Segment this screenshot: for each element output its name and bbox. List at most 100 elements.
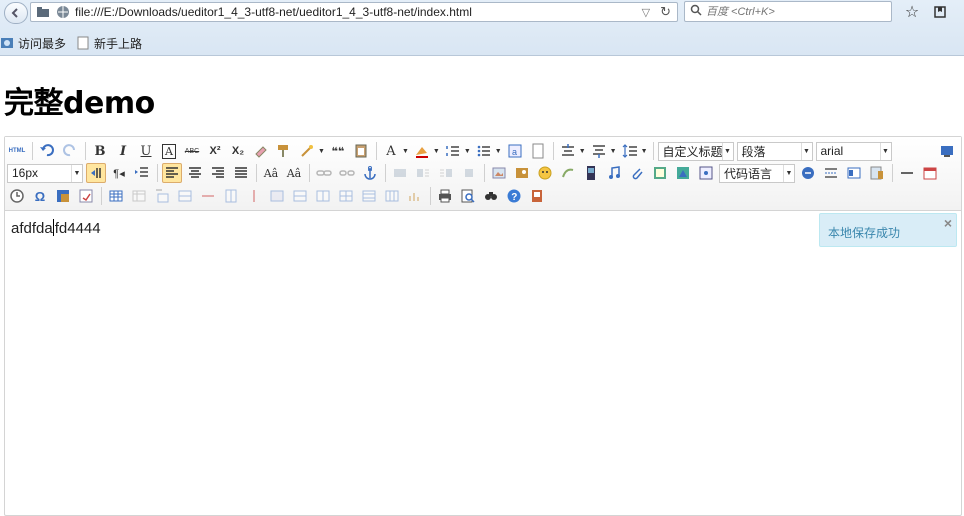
page-break-icon[interactable] <box>821 163 841 183</box>
insert-paragraph-before-table-icon[interactable] <box>152 186 172 206</box>
fontborder-button[interactable]: A <box>159 141 179 161</box>
blockquote-button[interactable]: ❝❝ <box>328 141 348 161</box>
close-icon[interactable]: × <box>944 215 952 231</box>
gmap-icon[interactable] <box>673 163 693 183</box>
custom-style-select[interactable]: 自定义标题 ▼ <box>657 141 734 161</box>
horizontal-rule-icon[interactable] <box>897 163 917 183</box>
bold-button[interactable]: B <box>90 141 110 161</box>
chevron-down-icon[interactable]: ▼ <box>610 148 617 155</box>
dropdown-arrow-icon[interactable]: ▽ <box>642 6 650 19</box>
align-justify-icon[interactable] <box>231 163 251 183</box>
code-language-select[interactable]: 代码语言 ▼ <box>719 163 795 183</box>
undo-icon[interactable] <box>37 141 57 161</box>
url-bar[interactable]: file:///E:/Downloads/ueditor1_4_3-utf8-n… <box>30 2 678 22</box>
image-left-icon[interactable] <box>413 163 433 183</box>
date-icon[interactable] <box>920 163 940 183</box>
line-height-icon[interactable] <box>620 141 640 161</box>
insert-table-icon[interactable] <box>106 186 126 206</box>
search-bar[interactable] <box>684 1 892 22</box>
insert-video-icon[interactable] <box>581 163 601 183</box>
insert-col-icon[interactable] <box>221 186 241 206</box>
backcolor-icon[interactable] <box>412 141 432 161</box>
italic-button[interactable]: I <box>113 141 133 161</box>
delete-row-icon[interactable] <box>198 186 218 206</box>
insert-image-icon[interactable] <box>512 163 532 183</box>
chevron-down-icon[interactable]: ▼ <box>318 148 325 155</box>
source-html-button[interactable]: HTML <box>7 141 27 161</box>
emotion-icon[interactable] <box>535 163 555 183</box>
search-replace-icon[interactable] <box>481 186 501 206</box>
bookmark-most-visited[interactable]: 访问最多 <box>0 35 66 52</box>
eraser-icon[interactable] <box>251 141 271 161</box>
indent-icon[interactable] <box>132 163 152 183</box>
bookmark-star-icon[interactable]: ☆ <box>901 2 923 22</box>
align-right-icon[interactable] <box>208 163 228 183</box>
link-icon[interactable] <box>314 163 334 183</box>
split-to-cols-icon[interactable] <box>382 186 402 206</box>
merge-cells-icon[interactable] <box>267 186 287 206</box>
music-icon[interactable] <box>604 163 624 183</box>
merge-down-icon[interactable] <box>313 186 333 206</box>
fullscreen-icon[interactable] <box>937 141 957 161</box>
split-to-rows-icon[interactable] <box>359 186 379 206</box>
image-right-icon[interactable] <box>436 163 456 183</box>
chevron-down-icon[interactable]: ▼ <box>641 148 648 155</box>
subscript-button[interactable]: X₂ <box>228 141 248 161</box>
underline-button[interactable]: U <box>136 141 156 161</box>
strikethrough-button[interactable]: ABC <box>182 141 202 161</box>
template-icon[interactable] <box>844 163 864 183</box>
split-to-cells-icon[interactable] <box>336 186 356 206</box>
chevron-down-icon[interactable]: ▼ <box>495 148 502 155</box>
simple-upload-icon[interactable] <box>489 163 509 183</box>
align-left-icon[interactable] <box>162 163 182 183</box>
chevron-down-icon[interactable]: ▼ <box>464 148 471 155</box>
editor-content[interactable]: afdfda fd4444 <box>11 219 101 237</box>
chevron-down-icon[interactable]: ▼ <box>402 148 409 155</box>
format-painter-icon[interactable] <box>274 141 294 161</box>
reading-list-icon[interactable] <box>929 2 951 22</box>
row-spacing-bottom-icon[interactable] <box>589 141 609 161</box>
image-none-icon[interactable] <box>390 163 410 183</box>
web-app-icon[interactable] <box>798 163 818 183</box>
auto-typeset-icon[interactable] <box>297 141 317 161</box>
attachment-icon[interactable] <box>627 163 647 183</box>
special-chars-icon[interactable]: Ω <box>30 186 50 206</box>
direction-rtl-icon[interactable]: ¶◂ <box>109 163 129 183</box>
drafts-icon[interactable] <box>527 186 547 206</box>
help-icon[interactable]: ? <box>504 186 524 206</box>
scrawl-icon[interactable] <box>558 163 578 183</box>
font-size-select[interactable]: 16px ▼ <box>7 163 83 183</box>
font-family-select[interactable]: arial ▼ <box>815 141 892 161</box>
preview-icon[interactable] <box>458 186 478 206</box>
superscript-button[interactable]: X² <box>205 141 225 161</box>
clear-doc-icon[interactable] <box>528 141 548 161</box>
background-icon[interactable] <box>867 163 887 183</box>
align-center-icon[interactable] <box>185 163 205 183</box>
time-icon[interactable] <box>7 186 27 206</box>
unordered-list-icon[interactable] <box>474 141 494 161</box>
wordcount-icon[interactable] <box>76 186 96 206</box>
bookmark-getting-started[interactable]: 新手上路 <box>76 35 142 52</box>
ordered-list-icon[interactable] <box>443 141 463 161</box>
delete-col-icon[interactable] <box>244 186 264 206</box>
paste-plain-icon[interactable] <box>351 141 371 161</box>
back-button[interactable] <box>4 2 28 24</box>
to-uppercase-icon[interactable]: Aâ <box>261 163 281 183</box>
insert-row-icon[interactable] <box>175 186 195 206</box>
delete-table-icon[interactable] <box>129 186 149 206</box>
redo-icon[interactable] <box>60 141 80 161</box>
chevron-down-icon[interactable]: ▼ <box>579 148 586 155</box>
to-lowercase-icon[interactable]: Aâ <box>284 163 304 183</box>
anchor-icon[interactable] <box>360 163 380 183</box>
unlink-icon[interactable] <box>337 163 357 183</box>
row-spacing-top-icon[interactable] <box>558 141 578 161</box>
paragraph-select[interactable]: 段落 ▼ <box>736 141 813 161</box>
chevron-down-icon[interactable]: ▼ <box>433 148 440 155</box>
chart-icon[interactable] <box>405 186 425 206</box>
insert-frame-icon[interactable] <box>696 163 716 183</box>
image-center-icon[interactable] <box>459 163 479 183</box>
forecolor-icon[interactable]: A <box>381 141 401 161</box>
print-icon[interactable] <box>435 186 455 206</box>
select-all-icon[interactable]: a <box>505 141 525 161</box>
word-image-icon[interactable] <box>53 186 73 206</box>
